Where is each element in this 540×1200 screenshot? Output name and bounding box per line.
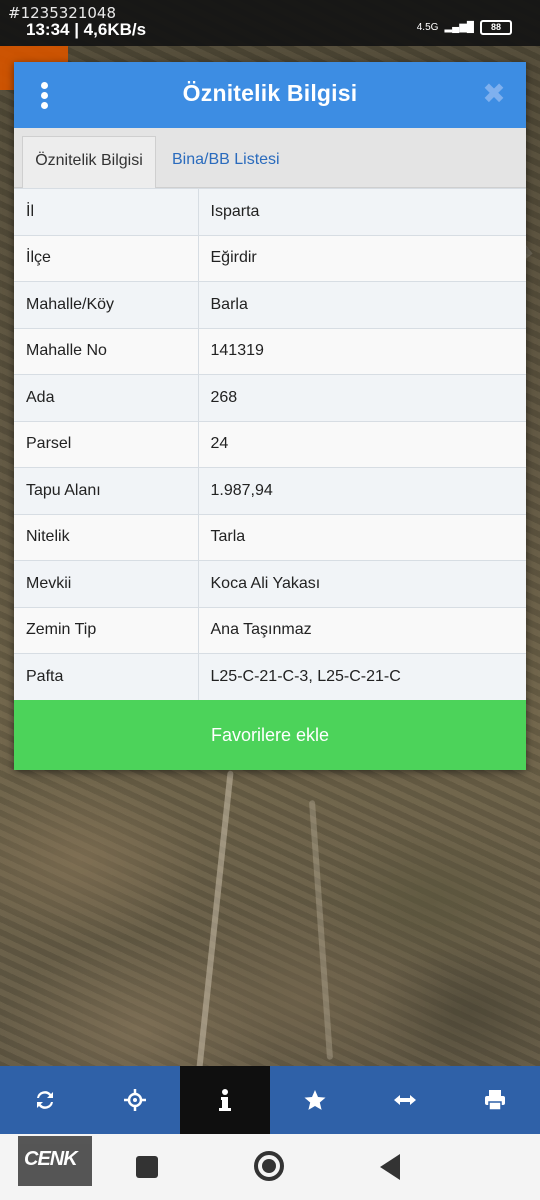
row-key: Zemin Tip [14, 606, 199, 654]
add-favorite-button[interactable]: Favorilere ekle [14, 700, 526, 770]
table-row: Ada 268 [14, 374, 526, 421]
status-time: 13:34 | 4,6KB/s [26, 20, 147, 39]
attribute-dialog: Öznitelik Bilgisi ✖ Öznitelik Bilgisi Bi… [14, 62, 526, 770]
table-row: Zemin Tip Ana Taşınmaz [14, 606, 526, 654]
table-row: Nitelik Tarla [14, 513, 526, 561]
row-key: Mahalle No [14, 327, 199, 375]
row-key: Parsel [14, 420, 199, 468]
row-key: Nitelik [14, 513, 199, 561]
table-row: Pafta L25-C-21-C-3, L25-C-21-C [14, 653, 526, 700]
table-row: Mahalle/Köy Barla [14, 281, 526, 328]
refresh-icon[interactable] [0, 1066, 90, 1134]
table-row: Tapu Alanı 1.987,94 [14, 467, 526, 514]
row-value: Barla [198, 281, 526, 328]
table-row: Parsel 24 [14, 420, 526, 468]
row-key: İlçe [14, 234, 199, 282]
status-icons: 4.5G ▂▄▆█ 88 [417, 20, 512, 35]
tab-building-list[interactable]: Bina/BB Listesi [162, 136, 294, 188]
row-key: İl [14, 188, 199, 235]
map-toolbar [0, 1066, 540, 1134]
cenk-logo-text: CENK [24, 1148, 78, 1170]
row-key: Pafta [14, 653, 199, 700]
table-row: Mevkii Koca Ali Yakası [14, 560, 526, 607]
back-button[interactable] [380, 1154, 400, 1180]
info-icon[interactable] [180, 1066, 270, 1134]
attribute-table: İl Isparta İlçe Eğirdir Mahalle/Köy Barla M… [14, 188, 526, 700]
row-key: Mahalle/Köy [14, 281, 199, 328]
tab-attribute-info[interactable]: Öznitelik Bilgisi [22, 136, 156, 188]
close-icon[interactable]: ✖ [480, 80, 508, 108]
row-value: Tarla [198, 513, 526, 561]
row-value: Ana Taşınmaz [198, 606, 526, 654]
row-value: L25-C-21-C-3, L25-C-21-C [198, 653, 526, 700]
table-row: İl Isparta [14, 188, 526, 235]
battery-icon: 88 [480, 20, 512, 35]
status-bar: #1235321048 13:34 | 4,6KB/s 4.5G ▂▄▆█ 88 [0, 0, 540, 46]
network-icon: 4.5G [416, 22, 439, 33]
home-button[interactable] [254, 1151, 284, 1181]
measure-icon[interactable] [360, 1066, 450, 1134]
row-key: Tapu Alanı [14, 467, 199, 514]
row-value: Eğirdir [198, 234, 526, 282]
locate-icon[interactable] [90, 1066, 180, 1134]
row-value: Koca Ali Yakası [198, 560, 526, 607]
row-key: Ada [14, 374, 199, 421]
dialog-title: Öznitelik Bilgisi [182, 80, 358, 106]
dialog-header: Öznitelik Bilgisi ✖ [14, 62, 526, 128]
recent-apps-button[interactable] [136, 1156, 158, 1178]
row-value: 141319 [198, 327, 526, 375]
signal-icon: ▂▄▆█ [444, 22, 474, 33]
row-value: 24 [198, 420, 526, 468]
table-row: İlçe Eğirdir [14, 234, 526, 282]
print-icon[interactable] [450, 1066, 540, 1134]
dialog-tabs: Öznitelik Bilgisi Bina/BB Listesi [14, 128, 526, 188]
table-row: Mahalle No 141319 [14, 327, 526, 375]
row-value: 268 [198, 374, 526, 421]
star-icon[interactable] [270, 1066, 360, 1134]
row-key: Mevkii [14, 560, 199, 607]
cenk-logo: CENK [18, 1136, 92, 1186]
row-value: Isparta [198, 188, 526, 235]
row-value: 1.987,94 [198, 467, 526, 514]
